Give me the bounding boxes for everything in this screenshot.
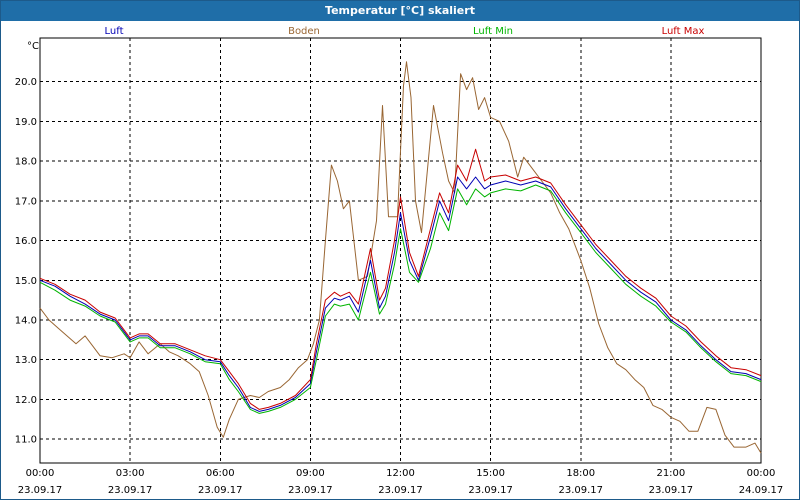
legend-entry-luft: Luft: [105, 26, 124, 37]
x-tick-time-label: 18:00: [566, 468, 595, 479]
legend-entry-luft-min: Luft Min: [473, 26, 513, 37]
x-tick-date-label: 23.09.17: [18, 485, 63, 496]
legend-entry-boden: Boden: [288, 26, 320, 37]
y-tick-label: 20.0: [15, 77, 37, 88]
y-tick-label: 13.0: [15, 355, 37, 366]
y-axis-label: °C: [27, 41, 39, 52]
x-tick-time-label: 09:00: [296, 468, 325, 479]
x-tick-date-label: 24.09.17: [739, 485, 784, 496]
y-tick-label: 18.0: [15, 157, 37, 168]
x-tick-date-label: 23.09.17: [108, 485, 153, 496]
x-tick-date-label: 23.09.17: [378, 485, 423, 496]
x-tick-time-label: 15:00: [476, 468, 505, 479]
y-tick-label: 16.0: [15, 236, 37, 247]
legend-entry-luft-max: Luft Max: [662, 26, 705, 37]
x-tick-time-label: 12:00: [386, 468, 415, 479]
x-tick-time-label: 03:00: [116, 468, 145, 479]
y-tick-label: 11.0: [15, 435, 37, 446]
x-tick-time-label: 21:00: [656, 468, 685, 479]
x-tick-date-label: 23.09.17: [558, 485, 603, 496]
x-tick-date-label: 23.09.17: [468, 485, 513, 496]
y-tick-label: 14.0: [15, 316, 37, 327]
y-tick-label: 15.0: [15, 276, 37, 287]
x-tick-time-label: 00:00: [26, 468, 55, 479]
x-tick-date-label: 23.09.17: [288, 485, 333, 496]
chart-window: Temperatur [°C] skaliert 11.0 12.0 13.0 14.…: [0, 0, 800, 500]
y-tick-label: 12.0: [15, 395, 37, 406]
x-tick-time-label: 06:00: [206, 468, 235, 479]
y-tick-label: 17.0: [15, 196, 37, 207]
x-tick-time-label: 00:00: [747, 468, 776, 479]
y-tick-label: 19.0: [15, 117, 37, 128]
x-tick-date-label: 23.09.17: [649, 485, 694, 496]
temperature-line-chart: 11.0 12.0 13.0 14.0 15.0 16.0 17.0 18.0 19.0 20.0…: [15, 26, 784, 496]
x-tick-date-label: 23.09.17: [198, 485, 243, 496]
